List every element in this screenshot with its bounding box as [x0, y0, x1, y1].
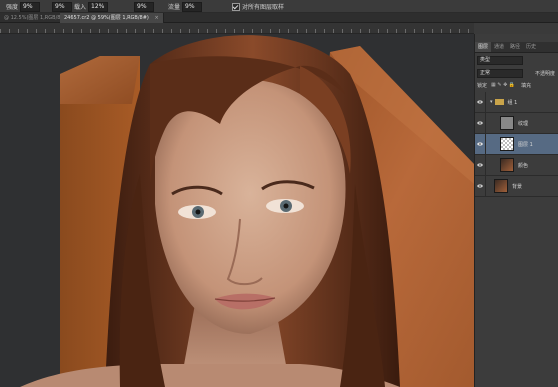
- folder-icon: [494, 99, 504, 105]
- field4-value[interactable]: 9%: [134, 1, 154, 12]
- layer-name: 组 1: [507, 99, 518, 106]
- doc-tab-2[interactable]: 24657.cr2 @ 59%(图层 1,RGB/8#) ×: [60, 13, 164, 23]
- sample-all-layers-label: 对所有图层取样: [242, 4, 285, 11]
- brush-size-field[interactable]: 强度 9%: [6, 1, 41, 12]
- blend-mode-value: 正常: [480, 69, 491, 76]
- field3-label: 载入: [74, 4, 87, 11]
- doc-tab-1-label: @ 12.5%(图层 1,RGB/8): [4, 15, 63, 21]
- opacity-label: 不透明度: [535, 70, 556, 77]
- field5-label: 流量: [168, 4, 181, 11]
- eye-icon[interactable]: [475, 134, 486, 154]
- field1-value[interactable]: 9%: [20, 1, 41, 12]
- layer-name: 纹理: [518, 120, 529, 127]
- layer-name: 图层 1: [518, 141, 533, 148]
- layer-row-background[interactable]: 背景: [475, 176, 558, 197]
- eye-icon[interactable]: [475, 92, 486, 112]
- panel-tabs: 图层 通道 路径 历史: [475, 42, 558, 53]
- field3-value[interactable]: 12%: [88, 1, 109, 12]
- blend-row: 正常 不透明度: [477, 68, 557, 78]
- layer-row-color[interactable]: 颜色: [475, 155, 558, 176]
- lock-label: 锁定: [477, 82, 488, 89]
- field2[interactable]: 9%: [50, 1, 72, 12]
- sample-all-layers-checkbox[interactable]: 对所有图层取样: [232, 1, 284, 12]
- layer-thumbnail: [500, 158, 514, 172]
- kind-filter-value: 类型: [480, 56, 491, 63]
- field4[interactable]: 9%: [132, 1, 154, 12]
- tab-paths[interactable]: 路径: [507, 42, 523, 52]
- field5-value[interactable]: 9%: [182, 1, 203, 12]
- flow-field[interactable]: 流量 9%: [168, 1, 203, 12]
- tab-channels[interactable]: 通道: [491, 42, 507, 52]
- portrait-photo: [0, 34, 474, 387]
- document-tabs: @ 12.5%(图层 1,RGB/8) × 24657.cr2 @ 59%(图层…: [0, 13, 558, 23]
- field3[interactable]: 载入 12%: [74, 1, 109, 12]
- document-canvas[interactable]: [0, 34, 474, 387]
- field2-value[interactable]: 9%: [52, 1, 72, 12]
- field1-label: 强度: [6, 4, 19, 11]
- fill-label: 填充: [521, 82, 532, 89]
- kind-filter-select[interactable]: 类型: [477, 55, 523, 65]
- layer-thumbnail: [494, 179, 508, 193]
- layer-row-texture[interactable]: 纹理: [475, 113, 558, 134]
- checkbox-checked-icon[interactable]: [232, 2, 240, 11]
- layer-row-layer1[interactable]: 图层 1: [475, 134, 558, 155]
- blend-mode-select[interactable]: 正常: [477, 68, 523, 78]
- layer-name: 背景: [512, 183, 523, 190]
- ruler-ticks: [0, 29, 474, 33]
- eye-icon[interactable]: [475, 155, 486, 175]
- options-bar: 强度 9% 9% 载入 12% 9% 流量 9% 对所有图层取样: [0, 0, 558, 13]
- layers-panel: 图层 通道 路径 历史 类型 正常 不透明度 锁定 ▦ ✎ ✥ 🔒 填充 ▾ 组…: [474, 34, 558, 387]
- tab-layers[interactable]: 图层: [475, 42, 492, 52]
- doc-tab-2-label: 24657.cr2 @ 59%(图层 1,RGB/8#): [64, 15, 149, 21]
- horizontal-ruler: [0, 23, 474, 34]
- lock-icons[interactable]: ▦ ✎ ✥ 🔒: [491, 82, 515, 88]
- chevron-down-icon[interactable]: ▾: [490, 99, 493, 105]
- eye-icon[interactable]: [475, 113, 486, 133]
- close-icon[interactable]: ×: [154, 15, 158, 21]
- lock-row: 锁定 ▦ ✎ ✥ 🔒 填充: [477, 80, 557, 90]
- layer-thumbnail: [500, 116, 514, 130]
- layer-thumbnail: [500, 137, 514, 151]
- kind-filter-row: 类型: [477, 55, 557, 65]
- layer-row-group[interactable]: ▾ 组 1: [475, 92, 558, 113]
- eye-icon[interactable]: [475, 176, 486, 196]
- layer-name: 颜色: [518, 162, 529, 169]
- tab-history[interactable]: 历史: [523, 42, 539, 52]
